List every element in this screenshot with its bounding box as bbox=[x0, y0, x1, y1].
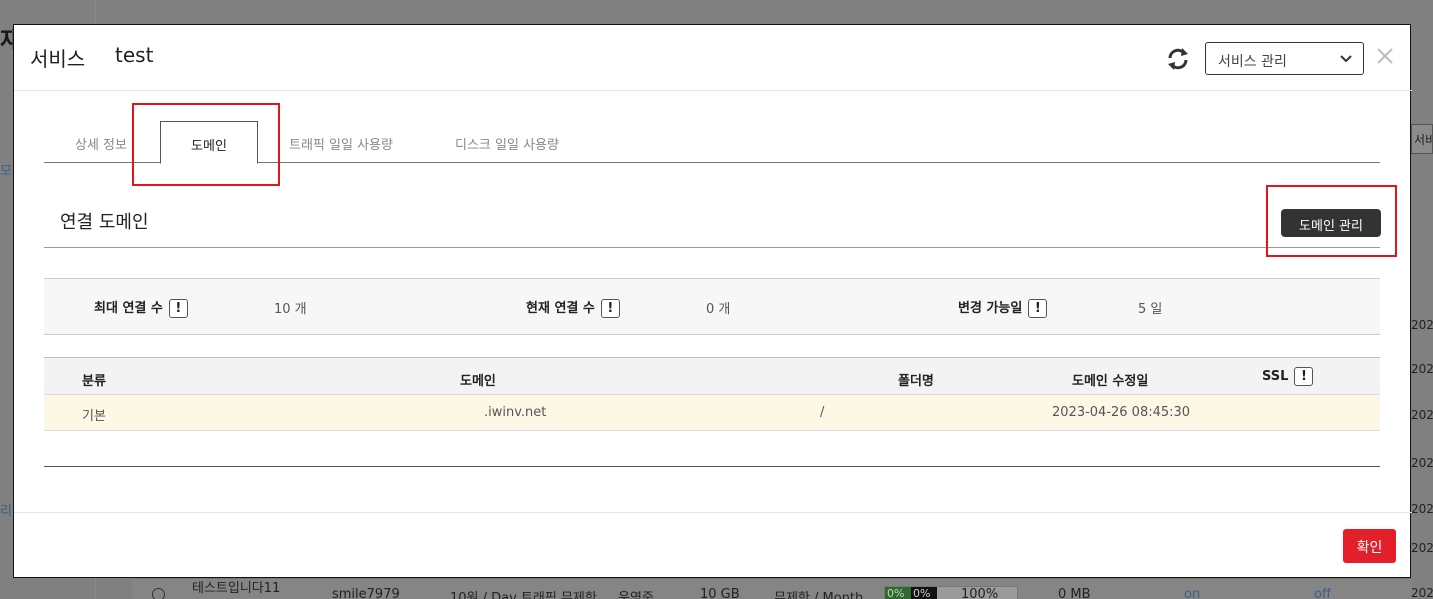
stat-label-text: 현재 연결 수 bbox=[526, 301, 595, 316]
service-select-value: 서비스 관리 bbox=[1218, 54, 1287, 70]
background-row-user: smile7979 bbox=[332, 587, 400, 599]
tab-details[interactable]: 상세 정보 bbox=[44, 121, 158, 163]
background-link: 리 bbox=[0, 504, 12, 519]
background-radio bbox=[152, 588, 165, 599]
header-domain: 도메인 bbox=[460, 374, 496, 389]
service-modal: 서비스 test 서비스 관리 상세 정보 도메인 트래픽 일일 사용량 디스크… bbox=[13, 24, 1412, 578]
section-title: 연결 도메인 bbox=[60, 212, 149, 233]
header-ssl-text: SSL bbox=[1262, 369, 1289, 384]
tab-disk-daily[interactable]: 디스크 일일 사용량 bbox=[424, 121, 590, 163]
background-row-size: 0 MB bbox=[1058, 587, 1091, 599]
stat-label-text: 변경 가능일 bbox=[958, 301, 1023, 316]
background-service-button: 서비스 bbox=[1411, 124, 1433, 154]
connection-stats: 최대 연결 수! 10 개 현재 연결 수! 0 개 변경 가능일! 5 일 bbox=[44, 278, 1380, 335]
background-date-cell: 2022- bbox=[1411, 586, 1433, 599]
table-row[interactable]: 기본 .iwinv.net / 2023-04-26 08:45:30 bbox=[44, 395, 1380, 431]
changeable-date-value: 5 일 bbox=[1138, 302, 1163, 317]
footer-divider bbox=[14, 512, 1412, 513]
table-bottom-divider bbox=[44, 466, 1380, 467]
background-date-cell: 2022- bbox=[1411, 541, 1433, 555]
background-row-disk: 10 GB bbox=[700, 587, 740, 599]
cell-type: 기본 bbox=[82, 409, 106, 424]
tab-bar: 상세 정보 도메인 트래픽 일일 사용량 디스크 일일 사용량 bbox=[44, 121, 1380, 164]
close-icon[interactable] bbox=[1376, 47, 1394, 65]
modal-service-name: test bbox=[115, 43, 154, 67]
background-usage-bar: 0% 0% 100% bbox=[884, 586, 1018, 599]
cell-domain: .iwinv.net bbox=[484, 405, 547, 420]
header-modified: 도메인 수정일 bbox=[1072, 374, 1149, 389]
chevron-down-icon bbox=[1340, 55, 1352, 63]
max-connections-value: 10 개 bbox=[274, 302, 307, 317]
background-date-cell: 2022- bbox=[1411, 502, 1433, 516]
info-icon[interactable]: ! bbox=[600, 299, 620, 318]
background-usage-a: 0% bbox=[885, 587, 911, 599]
modal-header: 서비스 test 서비스 관리 bbox=[14, 25, 1412, 91]
info-icon[interactable]: ! bbox=[168, 299, 188, 318]
background-table-row: 테스트입니다11 smile7979 10원 / Day 트래픽 무제한 운영중… bbox=[132, 578, 1412, 599]
background-usage-c: 100% bbox=[961, 587, 999, 599]
background-date-cell: 2023- bbox=[1411, 362, 1433, 376]
domain-manage-button[interactable]: 도메인 관리 bbox=[1281, 209, 1381, 237]
table-header: 분류 도메인 폴더명 도메인 수정일 SSL! bbox=[44, 357, 1380, 395]
info-icon[interactable]: ! bbox=[1294, 367, 1314, 386]
background-row-off: off bbox=[1314, 587, 1331, 599]
background-usage-b: 0% bbox=[911, 587, 937, 599]
section-divider bbox=[44, 247, 1380, 248]
tab-traffic-daily[interactable]: 트래픽 일일 사용량 bbox=[258, 121, 424, 163]
tab-domain[interactable]: 도메인 bbox=[160, 121, 258, 164]
changeable-date-label: 변경 가능일! bbox=[958, 297, 1048, 318]
confirm-button[interactable]: 확인 bbox=[1343, 529, 1396, 563]
cell-modified: 2023-04-26 08:45:30 bbox=[1052, 405, 1191, 420]
refresh-icon[interactable] bbox=[1164, 45, 1192, 73]
background-row-name: 테스트입니다11 bbox=[192, 581, 281, 596]
background-date-cell: 2023- bbox=[1411, 456, 1433, 470]
background-row-status: 운영중 bbox=[618, 591, 654, 599]
background-date-cell: 2023- bbox=[1411, 408, 1433, 422]
max-connections-label: 최대 연결 수! bbox=[94, 297, 188, 318]
cell-folder: / bbox=[820, 405, 825, 420]
service-manage-select[interactable]: 서비스 관리 bbox=[1205, 42, 1364, 75]
stat-label-text: 최대 연결 수 bbox=[94, 301, 163, 316]
current-connections-value: 0 개 bbox=[706, 302, 731, 317]
current-connections-label: 현재 연결 수! bbox=[526, 297, 620, 318]
modal-title: 서비스 bbox=[30, 47, 86, 71]
info-icon[interactable]: ! bbox=[1028, 299, 1048, 318]
background-date-cell: 2023- bbox=[1411, 318, 1433, 332]
header-folder: 폴더명 bbox=[898, 374, 934, 389]
header-type: 분류 bbox=[82, 374, 106, 389]
header-ssl: SSL! bbox=[1262, 367, 1314, 386]
background-row-plan: 10원 / Day 트래픽 무제한 bbox=[450, 591, 597, 599]
background-row-on: on bbox=[1184, 587, 1201, 599]
background-row-traffic: 무제한 / Month bbox=[774, 591, 864, 599]
